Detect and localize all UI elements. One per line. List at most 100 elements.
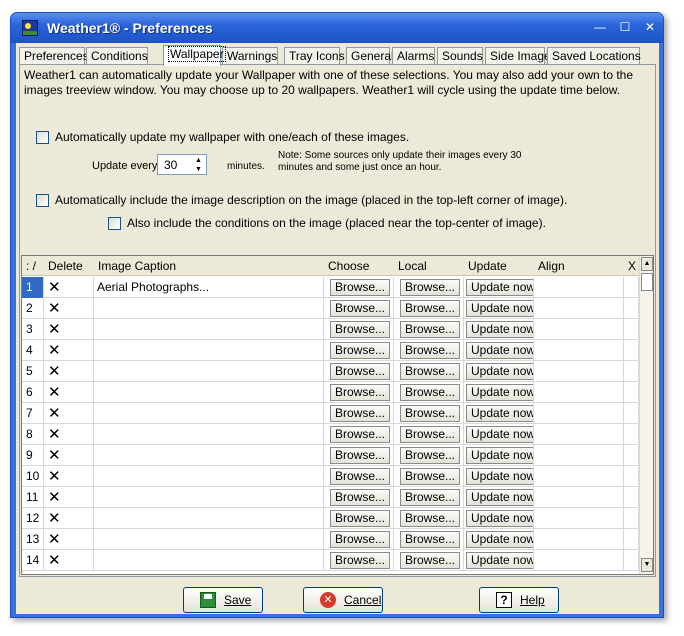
delete-x-icon[interactable]: ✕ [48, 490, 61, 505]
row-number[interactable]: 12 [22, 508, 44, 529]
align-cell[interactable] [534, 382, 624, 403]
table-row[interactable]: 2 ✕ Browse... Browse... Update now [22, 298, 639, 319]
row-number[interactable]: 14 [22, 550, 44, 571]
tab-warnings[interactable]: Warnings [222, 47, 278, 65]
align-cell[interactable] [534, 340, 624, 361]
x-cell[interactable] [624, 361, 639, 382]
auto-update-wallpaper-label[interactable]: Automatically update my wallpaper with o… [55, 130, 409, 144]
col-header-x[interactable]: X [624, 256, 639, 276]
col-header-update[interactable]: Update [464, 256, 534, 276]
update-now-button[interactable]: Update now [466, 363, 533, 380]
col-header-caption[interactable]: Image Caption [94, 256, 324, 276]
update-now-button[interactable]: Update now [466, 468, 533, 485]
row-number[interactable]: 9 [22, 445, 44, 466]
align-cell[interactable] [534, 403, 624, 424]
table-row[interactable]: 5 ✕ Browse... Browse... Update now [22, 361, 639, 382]
title-bar[interactable]: Weather1® - Preferences — ☐ ✕ [11, 13, 663, 43]
tab-saved-locations[interactable]: Saved Locations [547, 47, 641, 65]
choose-browse-button[interactable]: Browse... [330, 489, 391, 506]
row-number[interactable]: 5 [22, 361, 44, 382]
image-caption-cell[interactable] [94, 466, 324, 487]
x-cell[interactable] [624, 466, 639, 487]
align-cell[interactable] [534, 298, 624, 319]
delete-x-icon[interactable]: ✕ [48, 427, 61, 442]
local-browse-button[interactable]: Browse... [400, 300, 461, 317]
delete-x-icon[interactable]: ✕ [48, 322, 61, 337]
scroll-down-icon[interactable]: ▼ [641, 558, 653, 572]
update-now-button[interactable]: Update now [466, 342, 533, 359]
row-number[interactable]: 3 [22, 319, 44, 340]
image-caption-cell[interactable] [94, 529, 324, 550]
update-now-button[interactable]: Update now [466, 279, 533, 296]
scroll-thumb[interactable] [641, 273, 653, 291]
local-browse-button[interactable]: Browse... [400, 552, 461, 569]
image-caption-cell[interactable] [94, 340, 324, 361]
align-cell[interactable] [534, 319, 624, 340]
col-header-align[interactable]: Align [534, 256, 624, 276]
choose-browse-button[interactable]: Browse... [330, 384, 391, 401]
delete-x-icon[interactable]: ✕ [48, 364, 61, 379]
row-number[interactable]: 13 [22, 529, 44, 550]
local-browse-button[interactable]: Browse... [400, 489, 461, 506]
row-number[interactable]: 8 [22, 424, 44, 445]
x-cell[interactable] [624, 382, 639, 403]
update-now-button[interactable]: Update now [466, 489, 533, 506]
delete-x-icon[interactable]: ✕ [48, 448, 61, 463]
update-now-button[interactable]: Update now [466, 447, 533, 464]
row-number[interactable]: 2 [22, 298, 44, 319]
image-caption-cell[interactable]: Aerial Photographs... [94, 277, 324, 298]
tab-sounds[interactable]: Sounds [437, 47, 483, 65]
col-header-local[interactable]: Local [394, 256, 464, 276]
row-number[interactable]: 7 [22, 403, 44, 424]
align-cell[interactable] [534, 529, 624, 550]
x-cell[interactable] [624, 550, 639, 571]
scroll-up-icon[interactable]: ▲ [641, 257, 653, 271]
align-cell[interactable] [534, 277, 624, 298]
align-cell[interactable] [534, 445, 624, 466]
update-now-button[interactable]: Update now [466, 384, 533, 401]
tab-preferences[interactable]: Preferences [19, 47, 89, 65]
update-now-button[interactable]: Update now [466, 321, 533, 338]
table-row[interactable]: 4 ✕ Browse... Browse... Update now [22, 340, 639, 361]
tab-wallpaper[interactable]: Wallpaper [163, 45, 226, 66]
include-conditions-checkbox[interactable] [108, 217, 121, 230]
delete-x-icon[interactable]: ✕ [48, 385, 61, 400]
x-cell[interactable] [624, 319, 639, 340]
col-header-choose[interactable]: Choose [324, 256, 394, 276]
local-browse-button[interactable]: Browse... [400, 510, 461, 527]
grid-vertical-scrollbar[interactable]: ▲ ▼ [639, 256, 653, 574]
table-row[interactable]: 12 ✕ Browse... Browse... Update now [22, 508, 639, 529]
choose-browse-button[interactable]: Browse... [330, 531, 391, 548]
row-number[interactable]: 1 [22, 277, 44, 298]
local-browse-button[interactable]: Browse... [400, 321, 461, 338]
x-cell[interactable] [624, 403, 639, 424]
row-number[interactable]: 4 [22, 340, 44, 361]
delete-x-icon[interactable]: ✕ [48, 343, 61, 358]
image-caption-cell[interactable] [94, 487, 324, 508]
local-browse-button[interactable]: Browse... [400, 363, 461, 380]
x-cell[interactable] [624, 340, 639, 361]
delete-x-icon[interactable]: ✕ [48, 469, 61, 484]
table-row[interactable]: 3 ✕ Browse... Browse... Update now [22, 319, 639, 340]
delete-x-icon[interactable]: ✕ [48, 280, 61, 295]
local-browse-button[interactable]: Browse... [400, 279, 461, 296]
image-caption-cell[interactable] [94, 382, 324, 403]
row-number[interactable]: 11 [22, 487, 44, 508]
table-row[interactable]: 1 ✕ Aerial Photographs... Browse... Browse..… [22, 277, 639, 298]
update-now-button[interactable]: Update now [466, 426, 533, 443]
image-caption-cell[interactable] [94, 403, 324, 424]
update-now-button[interactable]: Update now [466, 552, 533, 569]
tab-general[interactable]: General [346, 47, 394, 65]
choose-browse-button[interactable]: Browse... [330, 510, 391, 527]
align-cell[interactable] [534, 550, 624, 571]
choose-browse-button[interactable]: Browse... [330, 279, 391, 296]
include-description-label[interactable]: Automatically include the image descript… [55, 193, 567, 207]
align-cell[interactable] [534, 466, 624, 487]
image-caption-cell[interactable] [94, 298, 324, 319]
image-caption-cell[interactable] [94, 445, 324, 466]
maximize-button[interactable]: ☐ [616, 19, 634, 35]
col-header-number[interactable]: : / [22, 256, 44, 276]
update-now-button[interactable]: Update now [466, 510, 533, 527]
table-row[interactable]: 9 ✕ Browse... Browse... Update now [22, 445, 639, 466]
choose-browse-button[interactable]: Browse... [330, 342, 391, 359]
